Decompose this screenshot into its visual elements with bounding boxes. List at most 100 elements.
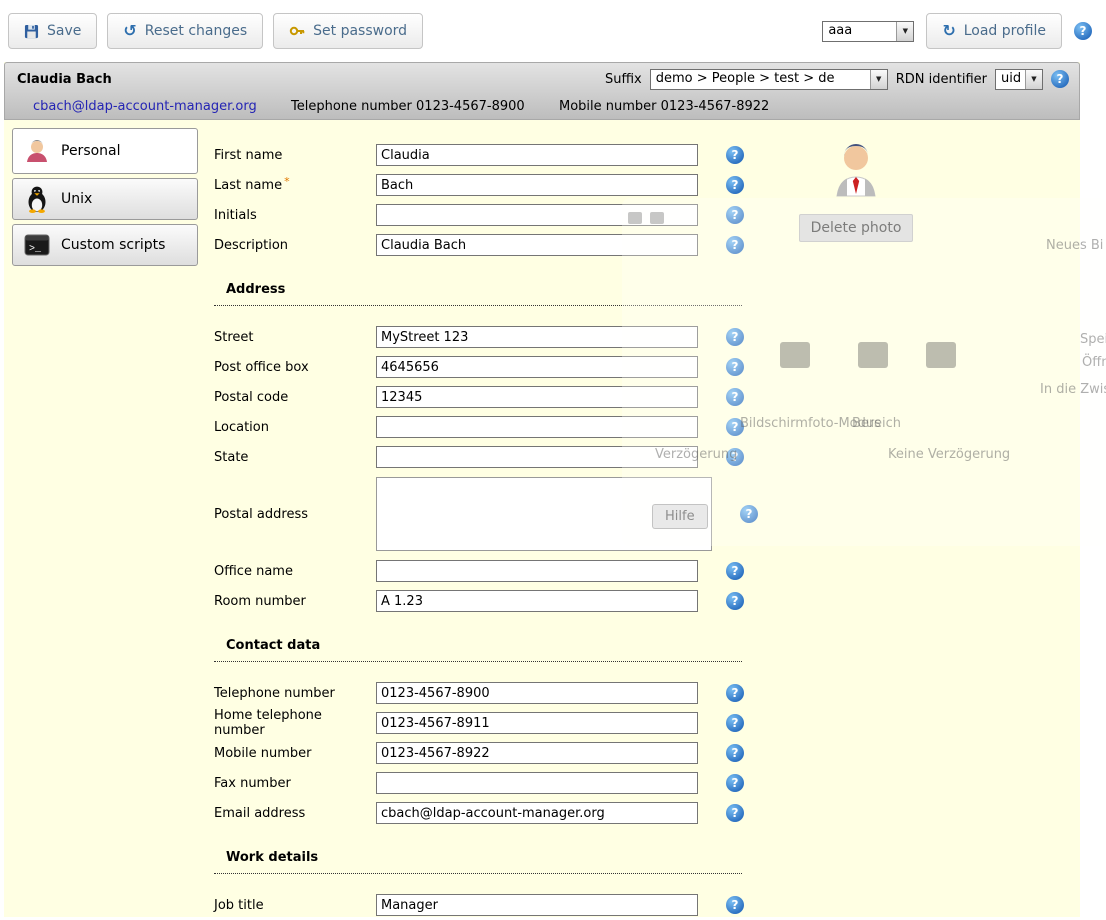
form-row: Description? bbox=[214, 230, 774, 260]
form-row: State? bbox=[214, 442, 774, 472]
help-icon[interactable]: ? bbox=[726, 358, 744, 376]
field-input[interactable] bbox=[376, 446, 698, 468]
profile-select-value: aaa bbox=[823, 22, 896, 41]
field-label: Initials bbox=[214, 208, 376, 223]
field-input[interactable] bbox=[376, 590, 698, 612]
field-label-text: Street bbox=[214, 330, 254, 345]
help-icon[interactable]: ? bbox=[726, 804, 744, 822]
field-input[interactable] bbox=[376, 204, 698, 226]
field-input[interactable] bbox=[376, 802, 698, 824]
set-password-label: Set password bbox=[313, 23, 407, 39]
help-icon[interactable]: ? bbox=[726, 146, 744, 164]
delete-photo-button[interactable]: Delete photo bbox=[799, 214, 914, 242]
field-label-text: Description bbox=[214, 238, 288, 253]
field-label-text: Postal address bbox=[214, 507, 308, 522]
help-icon[interactable]: ? bbox=[1051, 70, 1069, 88]
form-row: Telephone number? bbox=[214, 678, 774, 708]
tab-unix[interactable]: Unix bbox=[12, 178, 198, 220]
field-label: Postal code bbox=[214, 390, 376, 405]
help-icon[interactable]: ? bbox=[726, 684, 744, 702]
rdn-select-value: uid bbox=[996, 70, 1025, 89]
load-profile-button[interactable]: ↻ Load profile bbox=[926, 13, 1062, 49]
field-input[interactable] bbox=[376, 174, 698, 196]
form-row: Job title? bbox=[214, 890, 774, 920]
field-input[interactable] bbox=[376, 416, 698, 438]
field-label-text: State bbox=[214, 450, 248, 465]
help-icon[interactable]: ? bbox=[726, 206, 744, 224]
field-label-text: First name bbox=[214, 148, 282, 163]
save-icon bbox=[24, 24, 39, 39]
field-label: State bbox=[214, 450, 376, 465]
field-label-text: Fax number bbox=[214, 776, 291, 791]
field-label-text: Office name bbox=[214, 564, 293, 579]
help-icon[interactable]: ? bbox=[726, 592, 744, 610]
suffix-select[interactable]: demo > People > test > de ▼ bbox=[650, 69, 888, 90]
field-label: Home telephone number bbox=[214, 708, 376, 738]
field-input[interactable] bbox=[376, 682, 698, 704]
form-row: Street? bbox=[214, 322, 774, 352]
form-row: Office name? bbox=[214, 556, 774, 586]
help-icon[interactable]: ? bbox=[726, 176, 744, 194]
form-row: Initials? bbox=[214, 200, 774, 230]
rdn-select[interactable]: uid ▼ bbox=[995, 69, 1043, 90]
form-row: Mobile number? bbox=[214, 738, 774, 768]
field-label-text: Job title bbox=[214, 898, 264, 913]
section-title: Address bbox=[214, 282, 742, 306]
set-password-button[interactable]: Set password bbox=[273, 13, 423, 49]
field-label: Postal address bbox=[214, 507, 376, 522]
help-icon[interactable]: ? bbox=[726, 328, 744, 346]
field-label-text: Last name bbox=[214, 178, 282, 193]
field-input[interactable] bbox=[376, 326, 698, 348]
chevron-down-icon: ▼ bbox=[896, 22, 913, 41]
refresh-icon: ↻ bbox=[942, 23, 955, 39]
help-icon[interactable]: ? bbox=[1074, 22, 1092, 40]
field-label-text: Post office box bbox=[214, 360, 309, 375]
field-input[interactable] bbox=[376, 560, 698, 582]
form-row: Email address? bbox=[214, 798, 774, 828]
help-icon[interactable]: ? bbox=[726, 744, 744, 762]
save-button[interactable]: Save bbox=[8, 13, 97, 49]
field-input[interactable] bbox=[376, 356, 698, 378]
field-label: Room number bbox=[214, 594, 376, 609]
required-marker: * bbox=[284, 175, 290, 188]
field-input[interactable] bbox=[376, 742, 698, 764]
form-row: Home telephone number? bbox=[214, 708, 774, 738]
field-input[interactable] bbox=[376, 772, 698, 794]
account-header-info: cbach@ldap-account-manager.org Telephone… bbox=[5, 93, 1079, 119]
rdn-label: RDN identifier bbox=[896, 72, 987, 87]
field-input[interactable] bbox=[376, 712, 698, 734]
form-row: Post office box? bbox=[214, 352, 774, 382]
field-label: Last name* bbox=[214, 178, 376, 193]
form-row: Location? bbox=[214, 412, 774, 442]
tab-label: Personal bbox=[61, 143, 121, 159]
reset-changes-button[interactable]: ↺ Reset changes bbox=[107, 13, 263, 49]
help-icon[interactable]: ? bbox=[726, 418, 744, 436]
field-input[interactable] bbox=[376, 894, 698, 916]
field-input[interactable] bbox=[376, 477, 712, 551]
field-input[interactable] bbox=[376, 144, 698, 166]
tab-custom-scripts[interactable]: >_ Custom scripts bbox=[12, 224, 198, 266]
field-input[interactable] bbox=[376, 234, 698, 256]
ghost-text: Speich bbox=[1080, 332, 1106, 347]
person-icon bbox=[23, 138, 51, 164]
user-photo bbox=[832, 187, 880, 202]
field-label: Job title bbox=[214, 898, 376, 913]
help-icon[interactable]: ? bbox=[740, 505, 758, 523]
help-icon[interactable]: ? bbox=[726, 896, 744, 914]
help-icon[interactable]: ? bbox=[726, 714, 744, 732]
help-icon[interactable]: ? bbox=[726, 562, 744, 580]
module-tabs: Personal Unix >_ Custom scripts bbox=[12, 128, 198, 270]
help-icon[interactable]: ? bbox=[726, 448, 744, 466]
help-icon[interactable]: ? bbox=[726, 774, 744, 792]
photo-block: Delete photo bbox=[796, 140, 916, 242]
help-icon[interactable]: ? bbox=[726, 388, 744, 406]
tab-personal[interactable]: Personal bbox=[12, 128, 198, 174]
save-button-label: Save bbox=[47, 23, 81, 39]
profile-select[interactable]: aaa ▼ bbox=[822, 21, 914, 42]
help-icon[interactable]: ? bbox=[726, 236, 744, 254]
form-row: Fax number? bbox=[214, 768, 774, 798]
field-label-text: Mobile number bbox=[214, 746, 312, 761]
reset-changes-label: Reset changes bbox=[145, 23, 247, 39]
field-input[interactable] bbox=[376, 386, 698, 408]
account-email: cbach@ldap-account-manager.org bbox=[33, 99, 291, 114]
